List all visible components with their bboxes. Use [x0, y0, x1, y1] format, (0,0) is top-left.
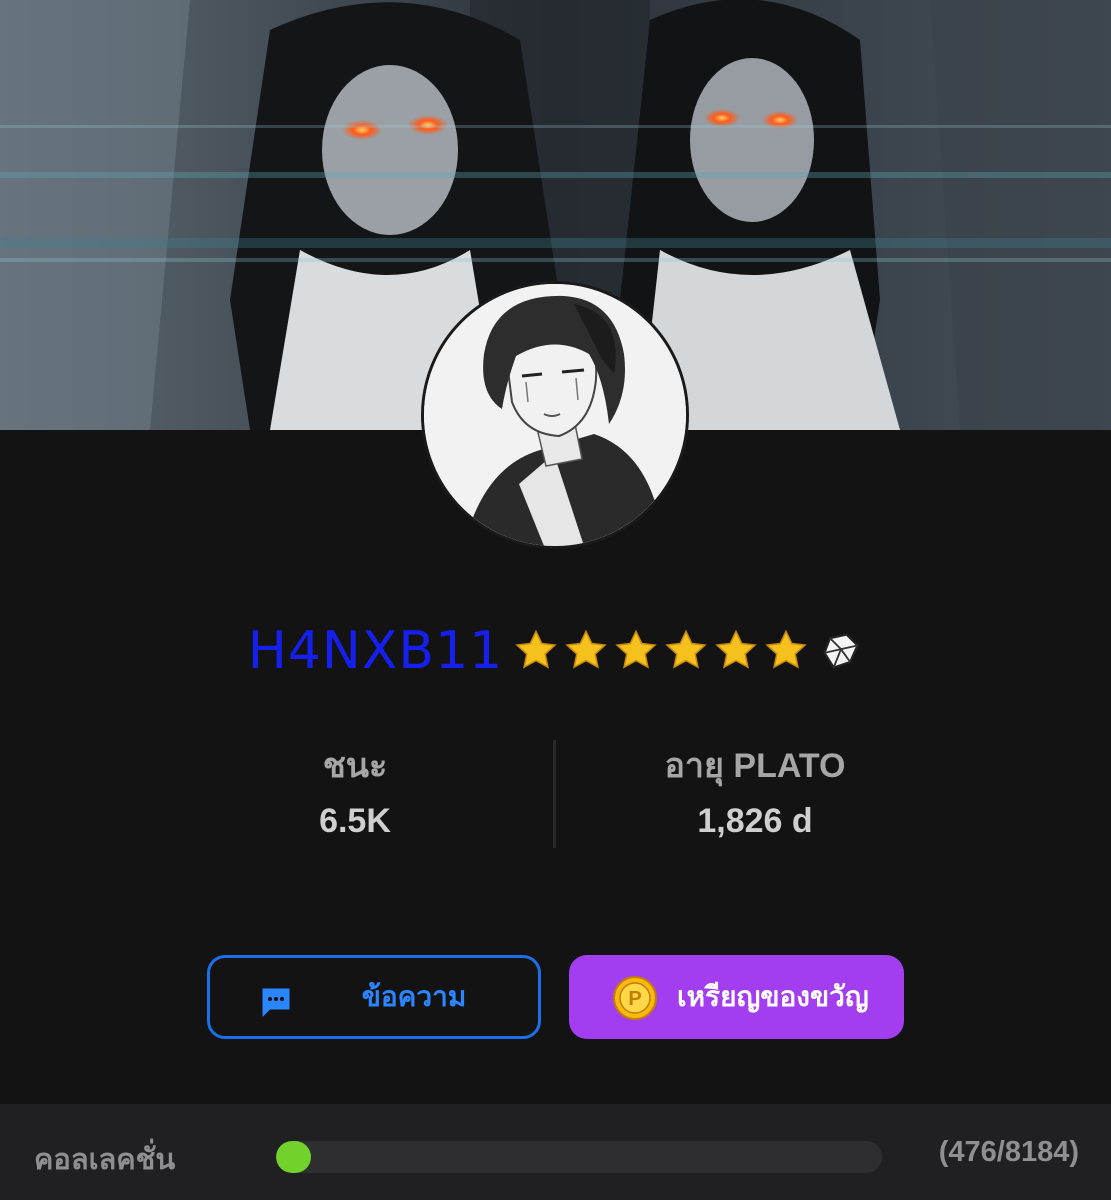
wins-label: ชนะ — [322, 747, 388, 785]
message-button[interactable]: ข้อความ — [207, 955, 541, 1039]
stat-plato-age: อายุ PLATO 1,826 d — [555, 740, 955, 850]
plato-age-label: อายุ PLATO — [664, 747, 846, 785]
star-icon — [763, 628, 809, 674]
coin-icon: P — [613, 976, 657, 1025]
profile-avatar[interactable] — [421, 281, 689, 549]
collection-progress-fill — [276, 1141, 312, 1173]
star-icon — [513, 628, 559, 674]
star-icon — [613, 628, 659, 674]
plato-age-value: 1,826 d — [697, 802, 813, 840]
star-icon — [663, 628, 709, 674]
chat-bubble-icon — [258, 984, 294, 1025]
svg-text:P: P — [628, 988, 641, 1010]
collection-count: (476/8184) — [938, 1136, 1079, 1168]
profile-name-row: H4NXB11 — [0, 618, 1111, 684]
username: H4NXB11 — [247, 621, 504, 681]
rank-stars — [513, 628, 809, 674]
wins-value: 6.5K — [319, 802, 391, 840]
gift-coins-button[interactable]: P เหรียญของขวัญ — [569, 955, 904, 1039]
message-button-label: ข้อความ — [361, 981, 467, 1012]
star-icon — [563, 628, 609, 674]
profile-stats: ชนะ 6.5K อายุ PLATO 1,826 d — [0, 740, 1111, 850]
star-icon — [713, 628, 759, 674]
collection-label: คอลเลคชั่น — [34, 1144, 176, 1176]
crystal-badge-icon — [819, 629, 863, 673]
gift-coins-button-label: เหรียญของขวัญ — [677, 981, 869, 1012]
collection-progress-track — [276, 1141, 882, 1173]
collection-bar[interactable]: คอลเลคชั่น (476/8184) — [0, 1104, 1111, 1200]
stat-wins: ชนะ 6.5K — [155, 740, 555, 850]
